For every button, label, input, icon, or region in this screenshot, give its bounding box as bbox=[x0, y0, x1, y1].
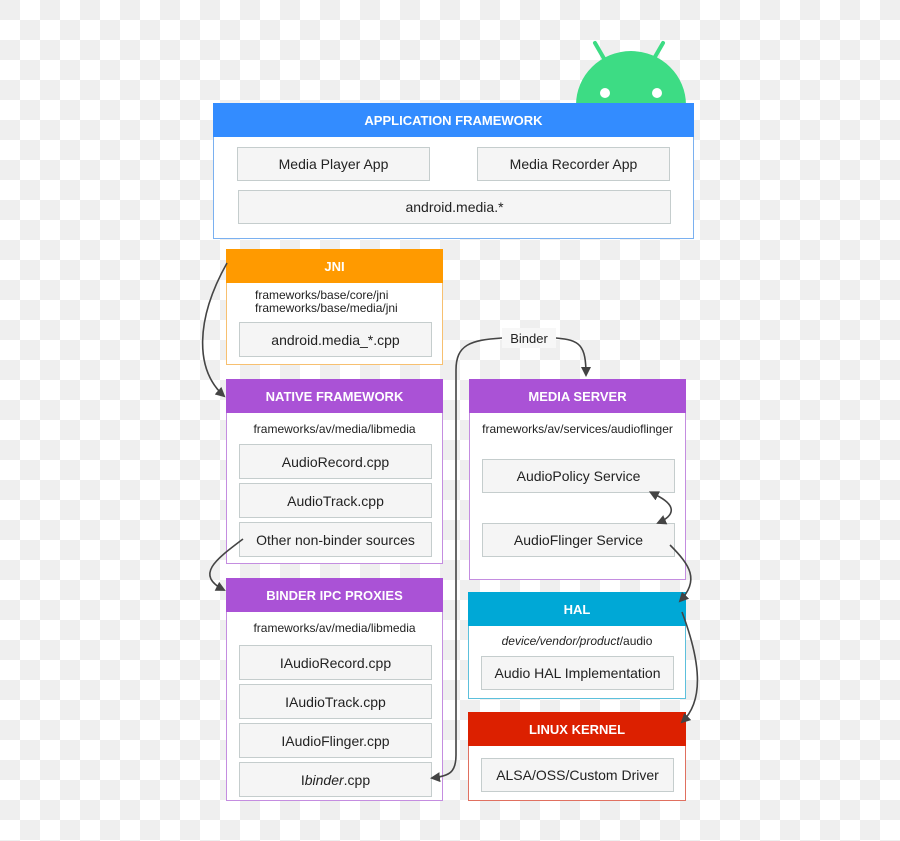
binder-label: Binder bbox=[502, 328, 556, 348]
hal-layer: HAL device/vendor/product/audio Audio HA… bbox=[468, 592, 686, 699]
media-server-path: frameworks/av/services/audioflinger bbox=[482, 422, 673, 436]
audiorecord-cpp: AudioRecord.cpp bbox=[239, 444, 432, 479]
audio-hal-implementation: Audio HAL Implementation bbox=[481, 656, 674, 690]
media-recorder-app: Media Recorder App bbox=[477, 147, 670, 181]
binder-ipc-proxies-layer: BINDER IPC PROXIES frameworks/av/media/l… bbox=[226, 578, 443, 801]
hal-path-italic: device/vendor/product bbox=[501, 634, 620, 648]
jni-path-media: frameworks/base/media/jni bbox=[255, 301, 398, 315]
application-framework-header: APPLICATION FRAMEWORK bbox=[213, 103, 694, 137]
arrow-jni-to-native bbox=[201, 262, 228, 398]
binder-proxies-path: frameworks/av/media/libmedia bbox=[253, 621, 416, 635]
native-framework-header: NATIVE FRAMEWORK bbox=[226, 379, 443, 413]
android-logo-icon bbox=[576, 41, 686, 105]
iaudioflinger-cpp: IAudioFlinger.cpp bbox=[239, 723, 432, 758]
linux-kernel-header: LINUX KERNEL bbox=[468, 712, 686, 746]
jni-layer: JNI frameworks/base/core/jni frameworks/… bbox=[226, 249, 443, 365]
hal-path: device/vendor/product/audio bbox=[469, 635, 685, 648]
arrow-binder-to-media-server bbox=[555, 337, 591, 377]
iaudiorecord-cpp: IAudioRecord.cpp bbox=[239, 645, 432, 680]
iaudiotrack-cpp: IAudioTrack.cpp bbox=[239, 684, 432, 719]
hal-header: HAL bbox=[468, 592, 686, 626]
linux-kernel-layer: LINUX KERNEL ALSA/OSS/Custom Driver bbox=[468, 712, 686, 801]
hal-path-suffix: /audio bbox=[619, 634, 653, 648]
application-framework-layer: APPLICATION FRAMEWORK Media Player App M… bbox=[213, 103, 694, 239]
jni-header: JNI bbox=[226, 249, 443, 283]
alsa-oss-custom-driver: ALSA/OSS/Custom Driver bbox=[481, 758, 674, 792]
audiopolicy-service: AudioPolicy Service bbox=[482, 459, 675, 493]
media-server-layer: MEDIA SERVER frameworks/av/services/audi… bbox=[469, 379, 686, 580]
native-framework-path: frameworks/av/media/libmedia bbox=[253, 422, 416, 436]
native-framework-layer: NATIVE FRAMEWORK frameworks/av/media/lib… bbox=[226, 379, 443, 564]
android-media-cpp: android.media_*.cpp bbox=[239, 322, 432, 357]
ibinder-suffix: .cpp bbox=[343, 771, 371, 788]
media-player-app: Media Player App bbox=[237, 147, 430, 181]
binder-ipc-proxies-header: BINDER IPC PROXIES bbox=[226, 578, 443, 612]
media-server-header: MEDIA SERVER bbox=[469, 379, 686, 413]
android-media-package: android.media.* bbox=[238, 190, 671, 224]
audioflinger-service: AudioFlinger Service bbox=[482, 523, 675, 557]
audiotrack-cpp: AudioTrack.cpp bbox=[239, 483, 432, 518]
ibinder-italic: binder bbox=[304, 771, 344, 788]
ibinder-cpp: Ibinder .cpp bbox=[239, 762, 432, 797]
other-non-binder-sources: Other non-binder sources bbox=[239, 522, 432, 557]
